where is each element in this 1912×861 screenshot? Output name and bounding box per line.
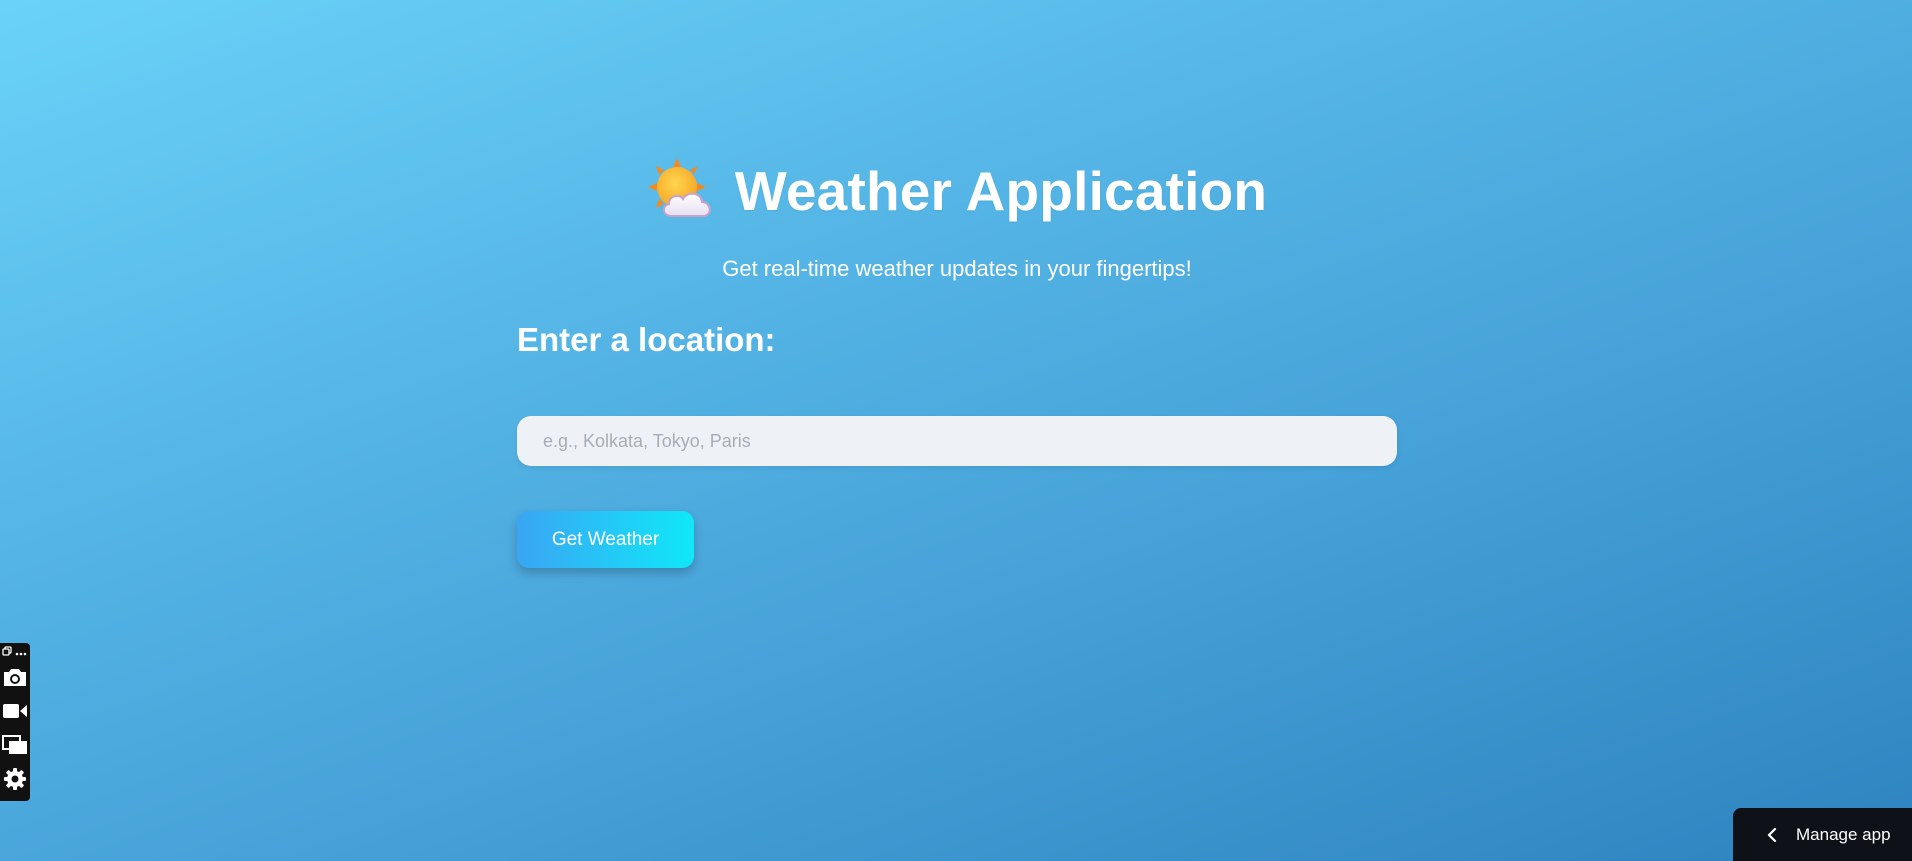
page-title: Weather Application: [734, 159, 1268, 222]
more-icon[interactable]: [15, 643, 27, 661]
camera-icon: [3, 667, 27, 687]
screenshot-button[interactable]: [1, 663, 29, 691]
get-weather-button[interactable]: Get Weather: [517, 511, 694, 568]
video-camera-icon: [2, 702, 28, 720]
gear-icon: [3, 767, 27, 791]
title-row: Weather Application: [517, 158, 1397, 224]
chevron-left-icon: [1765, 827, 1779, 842]
windows-button[interactable]: [1, 731, 29, 759]
copy-icon[interactable]: [2, 643, 12, 661]
settings-button[interactable]: [1, 765, 29, 793]
page-subtitle: Get real-time weather updates in your fi…: [722, 256, 1192, 281]
windows-icon: [2, 735, 28, 755]
record-button[interactable]: [1, 697, 29, 725]
manage-app-button[interactable]: Manage app: [1733, 808, 1912, 861]
toolbar-header: [2, 646, 28, 658]
main-content: Weather Application Get real-time weathe…: [517, 0, 1397, 861]
manage-app-label: Manage app: [1796, 824, 1891, 844]
location-label: Enter a location:: [517, 321, 776, 358]
side-toolbar: [0, 643, 30, 801]
location-input[interactable]: [517, 416, 1397, 466]
sun-behind-cloud-icon: [647, 158, 717, 224]
